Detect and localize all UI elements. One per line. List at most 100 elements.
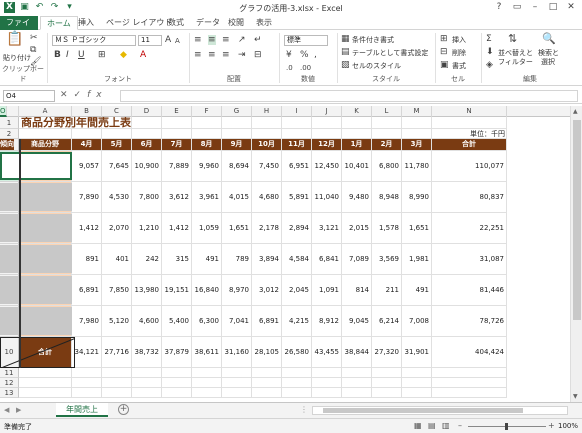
data-cell[interactable]: 891: [72, 244, 101, 274]
underline-icon[interactable]: U: [78, 50, 85, 60]
data-cell[interactable]: 9,057: [72, 151, 101, 181]
formula-input[interactable]: [120, 90, 578, 102]
increase-decimal-icon[interactable]: .0: [286, 63, 293, 73]
data-cell[interactable]: 5,400: [162, 306, 191, 336]
data-cell[interactable]: 1,412: [72, 213, 101, 243]
data-cell[interactable]: 4,680: [252, 182, 281, 212]
scroll-up-icon[interactable]: ▲: [573, 108, 578, 115]
column-header-h[interactable]: H: [252, 106, 282, 117]
data-cell[interactable]: 13,980: [132, 275, 161, 305]
sheet-tab-annual-sales[interactable]: 年間売上: [56, 403, 108, 417]
table-header-cell[interactable]: 4月: [72, 139, 101, 150]
vertical-scrollbar[interactable]: ▲ ▼: [570, 106, 582, 402]
column-header-e[interactable]: E: [162, 106, 192, 117]
column-header-i[interactable]: I: [282, 106, 312, 117]
column-header-f[interactable]: F: [192, 106, 222, 117]
align-bottom-icon[interactable]: ≡: [222, 35, 230, 45]
data-cell[interactable]: 3,894: [252, 244, 281, 274]
data-cell[interactable]: 6,891: [72, 275, 101, 305]
data-cell[interactable]: 3,012: [252, 275, 281, 305]
data-cell[interactable]: 10,900: [132, 151, 161, 181]
paste-icon[interactable]: 📋: [6, 32, 23, 50]
data-cell[interactable]: 401: [102, 244, 131, 274]
merge-center-icon[interactable]: ⊟: [254, 50, 262, 60]
format-button[interactable]: 書式: [452, 61, 466, 71]
decrease-font-icon[interactable]: A: [175, 36, 180, 46]
column-header-n[interactable]: N: [432, 106, 507, 117]
data-cell[interactable]: 31,087: [432, 244, 506, 274]
zoom-in-icon[interactable]: +: [548, 421, 555, 430]
tab-split-handle[interactable]: ⋮: [300, 405, 308, 414]
data-cell[interactable]: 6,300: [192, 306, 221, 336]
data-cell[interactable]: 78,726: [432, 306, 506, 336]
unit-label[interactable]: 単位：千円: [432, 129, 507, 139]
ribbon-display-icon[interactable]: ▭: [508, 0, 526, 14]
scroll-down-icon[interactable]: ▼: [573, 393, 578, 400]
data-cell[interactable]: 315: [162, 244, 191, 274]
data-cell[interactable]: 2,015: [342, 213, 371, 243]
align-right-icon[interactable]: ≡: [222, 50, 230, 60]
table-header-cell[interactable]: 8月: [192, 139, 221, 150]
data-cell[interactable]: 19,151: [162, 275, 191, 305]
data-cell[interactable]: 22,251: [432, 213, 506, 243]
total-cell[interactable]: 27,320: [372, 337, 401, 367]
data-cell[interactable]: 242: [132, 244, 161, 274]
trend-cell[interactable]: [0, 245, 72, 273]
table-header-cell[interactable]: 2月: [372, 139, 401, 150]
column-header-k[interactable]: K: [342, 106, 372, 117]
total-cell[interactable]: 26,580: [282, 337, 311, 367]
table-header-cell[interactable]: 1月: [342, 139, 371, 150]
column-header-c[interactable]: C: [102, 106, 132, 117]
borders-icon[interactable]: ⊞: [98, 50, 106, 60]
data-cell[interactable]: 8,912: [312, 306, 341, 336]
row-header-12[interactable]: 12: [0, 378, 19, 388]
tab-review[interactable]: 校閲: [222, 16, 250, 30]
data-cell[interactable]: 1,651: [222, 213, 251, 243]
bold-icon[interactable]: B: [54, 50, 61, 60]
trend-total-diagonal[interactable]: [0, 337, 75, 368]
data-cell[interactable]: 8,694: [222, 151, 251, 181]
data-cell[interactable]: 7,008: [402, 306, 431, 336]
zoom-slider[interactable]: [468, 423, 546, 430]
column-header-j[interactable]: J: [312, 106, 342, 117]
page-layout-view-icon[interactable]: ▤: [428, 421, 436, 430]
paste-button-label[interactable]: 貼り付け: [3, 53, 31, 63]
trend-cell[interactable]: [0, 276, 72, 304]
font-color-icon[interactable]: A: [140, 50, 146, 60]
total-cell[interactable]: 27,716: [102, 337, 131, 367]
data-cell[interactable]: 1,210: [132, 213, 161, 243]
data-cell[interactable]: 3,612: [162, 182, 191, 212]
data-cell[interactable]: 1,578: [372, 213, 401, 243]
table-header-cell[interactable]: 9月: [222, 139, 251, 150]
font-name-select[interactable]: ＭＳ Ｐゴシック: [52, 35, 136, 46]
total-cell[interactable]: 43,455: [312, 337, 341, 367]
data-cell[interactable]: 11,780: [402, 151, 431, 181]
data-cell[interactable]: 491: [402, 275, 431, 305]
data-cell[interactable]: 12,450: [312, 151, 341, 181]
help-icon[interactable]: ?: [490, 0, 508, 14]
align-center-icon[interactable]: ≡: [208, 50, 216, 60]
column-header-d[interactable]: D: [132, 106, 162, 117]
data-cell[interactable]: 4,600: [132, 306, 161, 336]
maximize-icon[interactable]: □: [544, 0, 562, 14]
table-header-cell[interactable]: 12月: [312, 139, 341, 150]
tab-insert[interactable]: 挿入: [72, 16, 100, 30]
total-cell[interactable]: 38,611: [192, 337, 221, 367]
fill-color-icon[interactable]: ◆: [120, 50, 127, 60]
data-cell[interactable]: 6,800: [372, 151, 401, 181]
trend-cell[interactable]: [0, 152, 72, 180]
enter-icon[interactable]: ✓: [74, 90, 88, 100]
table-header-cell[interactable]: 傾向: [0, 139, 14, 150]
data-cell[interactable]: 10,401: [342, 151, 371, 181]
find-select-label-2[interactable]: 選択: [541, 57, 555, 67]
fill-icon[interactable]: ⬇: [486, 47, 494, 57]
data-cell[interactable]: 7,850: [102, 275, 131, 305]
row-header-11[interactable]: 11: [0, 368, 19, 378]
tab-formulas[interactable]: 数式: [162, 16, 190, 30]
column-header-a[interactable]: A: [19, 106, 72, 117]
total-cell[interactable]: 38,844: [342, 337, 371, 367]
data-cell[interactable]: 7,889: [162, 151, 191, 181]
data-cell[interactable]: 2,178: [252, 213, 281, 243]
data-cell[interactable]: 7,890: [72, 182, 101, 212]
data-cell[interactable]: 7,800: [132, 182, 161, 212]
